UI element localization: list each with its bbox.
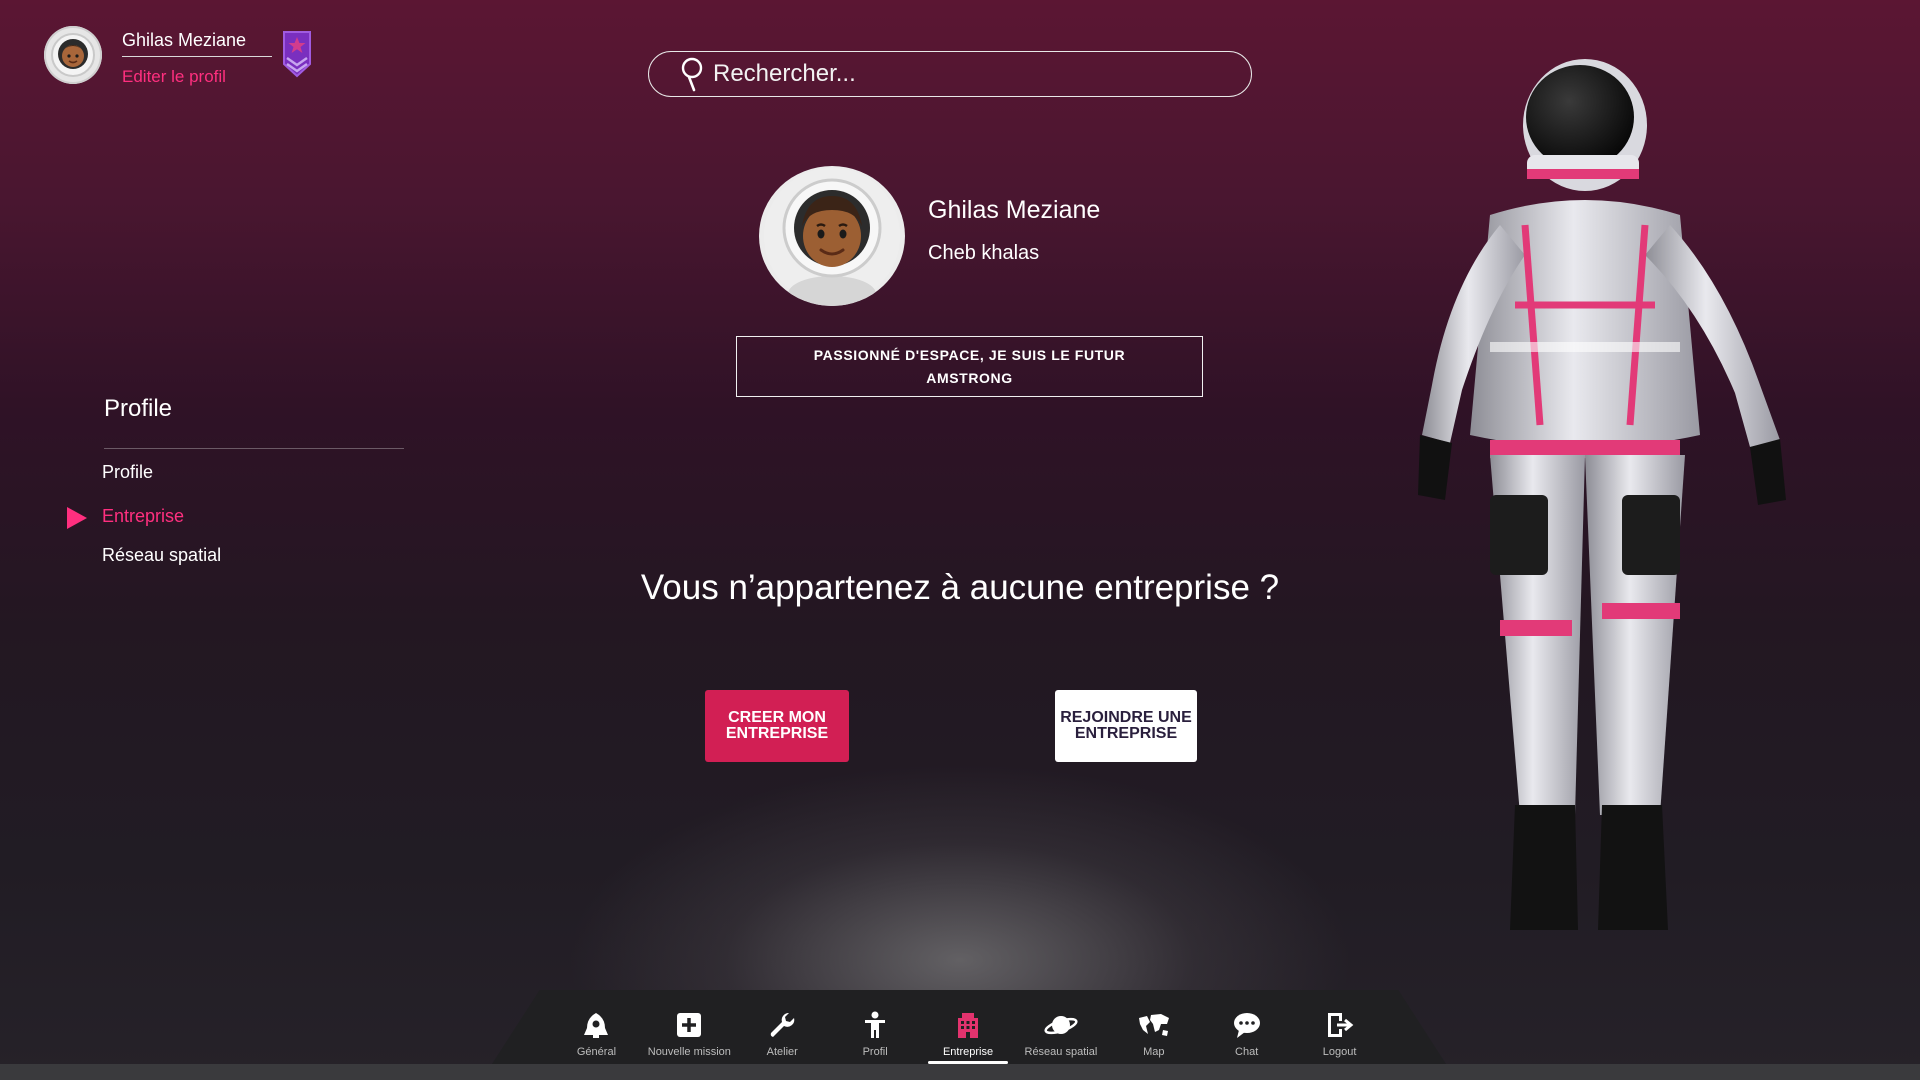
world-map-icon bbox=[1138, 1014, 1169, 1036]
person-icon bbox=[865, 1011, 886, 1038]
nav-item-atelier[interactable]: Atelier bbox=[736, 990, 829, 1064]
bottom-edge-bar bbox=[0, 1064, 1920, 1080]
user-name: Ghilas Meziane bbox=[122, 26, 272, 57]
join-company-button[interactable]: REJOINDRE UNE ENTREPRISE bbox=[1055, 690, 1197, 762]
astronaut-illustration bbox=[1418, 59, 1786, 930]
nav-item-general[interactable]: Général bbox=[550, 990, 643, 1064]
nav-label: Chat bbox=[1235, 1046, 1259, 1058]
edit-profile-link[interactable]: Editer le profil bbox=[122, 67, 272, 87]
profile-name: Ghilas Meziane bbox=[928, 196, 1101, 224]
nav-item-reseau-spatial[interactable]: Réseau spatial bbox=[1014, 990, 1107, 1064]
side-menu-item-entreprise[interactable]: Entreprise bbox=[102, 506, 184, 527]
join-company-label: REJOINDRE UNE ENTREPRISE bbox=[1060, 709, 1192, 742]
profile-avatar bbox=[759, 166, 905, 306]
nav-label: Logout bbox=[1322, 1046, 1357, 1058]
bottom-navigation: Général Nouvelle mission Atelier Profil bbox=[492, 990, 1446, 1064]
nav-item-entreprise[interactable]: Entreprise bbox=[922, 990, 1015, 1064]
nav-label: Général bbox=[576, 1046, 617, 1058]
nav-item-chat[interactable]: Chat bbox=[1200, 990, 1293, 1064]
create-company-label: CREER MON ENTREPRISE bbox=[725, 709, 829, 742]
profile-bio: PASSIONNÉ D'ESPACE, JE SUIS LE FUTUR AMS… bbox=[736, 336, 1203, 397]
chat-bubble-icon bbox=[1233, 1013, 1260, 1038]
nav-item-map[interactable]: Map bbox=[1107, 990, 1200, 1064]
profile-subtitle: Cheb khalas bbox=[928, 242, 1040, 264]
nav-label: Entreprise bbox=[942, 1046, 994, 1058]
nav-item-nouvelle-mission[interactable]: Nouvelle mission bbox=[643, 990, 736, 1064]
astronaut-face-icon bbox=[764, 168, 900, 306]
user-info: Ghilas Meziane Editer le profil bbox=[122, 26, 272, 87]
planet-icon bbox=[1044, 1016, 1078, 1035]
nav-label: Atelier bbox=[766, 1046, 798, 1058]
wrench-icon bbox=[770, 1012, 795, 1037]
nav-label: Réseau spatial bbox=[1024, 1046, 1098, 1058]
building-icon bbox=[958, 1013, 978, 1038]
logout-icon bbox=[1327, 1013, 1353, 1037]
profile-bio-text: PASSIONNÉ D'ESPACE, JE SUIS LE FUTUR AMS… bbox=[813, 346, 1126, 386]
nav-label: Map bbox=[1143, 1046, 1165, 1058]
user-header: Ghilas Meziane Editer le profil bbox=[44, 26, 312, 87]
search-bar[interactable] bbox=[648, 51, 1252, 97]
search-icon bbox=[681, 57, 703, 92]
side-menu-item-profile[interactable]: Profile bbox=[102, 462, 153, 483]
side-menu-item-reseau-spatial[interactable]: Réseau spatial bbox=[102, 545, 221, 566]
nav-item-logout[interactable]: Logout bbox=[1293, 990, 1386, 1064]
active-arrow-icon bbox=[67, 507, 87, 529]
nav-label: Nouvelle mission bbox=[647, 1046, 731, 1058]
side-menu-divider bbox=[104, 448, 404, 449]
astronaut-face-icon bbox=[51, 33, 95, 77]
search-input[interactable] bbox=[711, 59, 1215, 89]
plus-square-icon bbox=[677, 1013, 702, 1037]
bottom-navigation-items: Général Nouvelle mission Atelier Profil bbox=[550, 990, 1386, 1064]
side-menu-title: Profile bbox=[104, 395, 173, 422]
nav-label: Profil bbox=[862, 1046, 888, 1058]
rocket-icon bbox=[584, 1013, 609, 1038]
no-company-question-text: Vous n’appartenez à aucune entreprise ? bbox=[640, 568, 1280, 607]
nav-item-profil[interactable]: Profil bbox=[829, 990, 922, 1064]
rank-badge-icon bbox=[282, 30, 312, 83]
create-company-button[interactable]: CREER MON ENTREPRISE bbox=[705, 690, 849, 762]
user-avatar[interactable] bbox=[44, 26, 102, 84]
